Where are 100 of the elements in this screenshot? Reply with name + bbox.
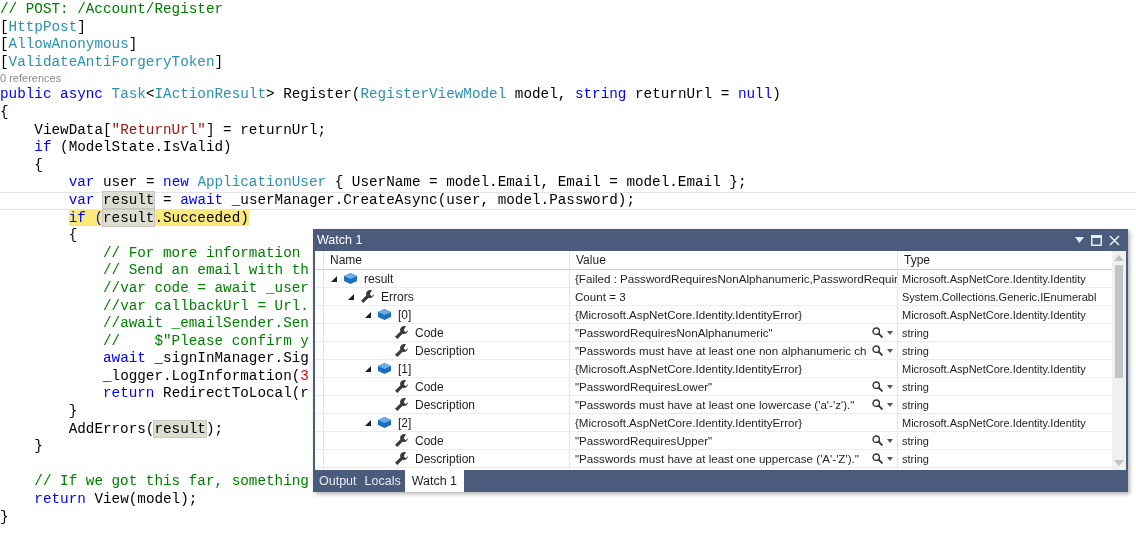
- caret-icon[interactable]: [887, 438, 893, 443]
- variable-name: Description: [415, 451, 476, 466]
- code-line: return RedirectToLocal(r: [101, 385, 309, 402]
- caret-icon[interactable]: [887, 456, 893, 461]
- code-line: if (ModelState.IsValid): [33, 139, 232, 156]
- collapse-icon[interactable]: [347, 292, 355, 301]
- variable-type: string: [902, 344, 929, 357]
- dropdown-icon[interactable]: [1075, 237, 1084, 243]
- collapse-icon[interactable]: [364, 310, 372, 319]
- variable-value: {Failed : PasswordRequiresNonAlphanumeric,PasswordRequir: [575, 272, 897, 285]
- variable-name: Code: [415, 433, 444, 448]
- variable-name: Code: [415, 379, 444, 394]
- caret-icon[interactable]: [887, 384, 893, 389]
- variable-name: Code: [415, 325, 444, 340]
- variable-name: result: [364, 271, 394, 286]
- variable-value: "PasswordRequiresNonAlphanumeric": [575, 326, 773, 339]
- code-lens[interactable]: 0 references: [0, 72, 62, 85]
- maximize-icon[interactable]: [1091, 234, 1102, 246]
- panel-tab[interactable]: Output: [315, 470, 361, 492]
- variable-type: Microsoft.AspNetCore.Identity.Identity: [902, 308, 1086, 321]
- variable-type: Microsoft.AspNetCore.Identity.Identity: [902, 416, 1086, 429]
- variable-value: "Passwords must have at least one uppercase ('A'-'Z').": [575, 452, 859, 465]
- search-icon[interactable]: [872, 345, 883, 356]
- variable-value: "PasswordRequiresLower": [575, 380, 713, 393]
- code-line: //await _emailSender.Sen: [101, 315, 309, 332]
- variable-type: string: [902, 398, 929, 411]
- variable-type: string: [902, 326, 929, 339]
- caret-icon[interactable]: [887, 348, 893, 353]
- column-header[interactable]: Type: [898, 251, 1112, 269]
- code-line: [HttpPost]: [0, 18, 86, 35]
- variable-type: Microsoft.AspNetCore.Identity.Identity: [902, 272, 1086, 285]
- search-icon[interactable]: [872, 399, 883, 410]
- code-line: // If we got this far, something: [33, 473, 309, 490]
- caret-icon[interactable]: [887, 402, 893, 407]
- column-header[interactable]: Name: [324, 251, 569, 269]
- search-icon[interactable]: [872, 435, 883, 446]
- variable-type: System.Collections.Generic.IEnumerabl: [902, 290, 1097, 303]
- search-icon[interactable]: [872, 327, 883, 338]
- code-line: {: [67, 227, 78, 244]
- wrench-icon: [395, 344, 408, 357]
- variable-value: "Passwords must have at least one non alphanumeric ch: [575, 344, 867, 357]
- collapse-icon[interactable]: [330, 274, 338, 283]
- code-line: // For more information: [101, 244, 301, 261]
- panel-tab[interactable]: Watch 1: [404, 470, 465, 492]
- code-line: return View(model);: [33, 491, 198, 508]
- collapse-icon[interactable]: [364, 418, 372, 427]
- code-line: var result = await _userManager.CreateAsync(user, model.Password);: [67, 191, 635, 208]
- variable-value: {Microsoft.AspNetCore.Identity.IdentityError}: [575, 416, 803, 429]
- code-line: ViewData["ReturnUrl"] = returnUrl;: [33, 121, 327, 138]
- variable-type: string: [902, 434, 929, 447]
- search-icon[interactable]: [872, 381, 883, 392]
- wrench-icon: [361, 290, 374, 303]
- panel-tab[interactable]: Locals: [360, 470, 405, 492]
- code-line: AddErrors(result);: [67, 420, 224, 437]
- close-icon[interactable]: [1109, 234, 1120, 246]
- variable-value: Count = 3: [575, 290, 626, 303]
- code-line: {: [33, 156, 43, 173]
- code-line: var user = new ApplicationUser { UserName = model.Email, Email = model.Email };: [67, 174, 747, 191]
- wrench-icon: [395, 398, 408, 411]
- code-line: _logger.LogInformation(3: [101, 367, 309, 384]
- wrench-icon: [395, 326, 408, 339]
- window-title: Watch 1: [317, 233, 363, 247]
- variable-type: Microsoft.AspNetCore.Identity.Identity: [902, 362, 1086, 375]
- variable-type: string: [902, 452, 929, 465]
- code-line: public async Task<IActionResult> Register(RegisterViewModel model, string returnUrl = null): [0, 86, 781, 103]
- variable-name: Errors: [381, 289, 414, 304]
- code-line: // $"Please confirm y: [101, 332, 309, 349]
- code-line: //var code = await _user: [101, 279, 309, 296]
- code-line: }: [67, 403, 78, 420]
- collapse-icon[interactable]: [364, 364, 372, 373]
- wrench-icon: [395, 434, 408, 447]
- variable-value: "Passwords must have at least one lowercase ('a'-'z').": [575, 398, 855, 411]
- cube-icon: [378, 417, 391, 428]
- variable-name: [0]: [398, 307, 412, 322]
- variable-value: "PasswordRequiresUpper": [575, 434, 713, 447]
- code-line: }: [33, 438, 43, 455]
- variable-value: {Microsoft.AspNetCore.Identity.IdentityError}: [575, 362, 803, 375]
- column-header[interactable]: Value: [569, 251, 898, 269]
- wrench-icon: [395, 380, 408, 393]
- search-icon[interactable]: [872, 453, 883, 464]
- cube-icon: [344, 273, 357, 284]
- code-line: //var callbackUrl = Url.: [101, 297, 309, 314]
- code-line: await _signInManager.Sig: [101, 350, 309, 367]
- code-line: [ValidateAntiForgeryToken]: [0, 53, 224, 70]
- code-line: // Send an email with th: [101, 262, 309, 279]
- cube-icon: [378, 363, 391, 374]
- cube-icon: [378, 309, 391, 320]
- wrench-icon: [395, 452, 408, 465]
- code-line: }: [0, 508, 9, 525]
- variable-value: {Microsoft.AspNetCore.Identity.IdentityError}: [575, 308, 803, 321]
- caret-icon[interactable]: [887, 330, 893, 335]
- code-line: [AllowAnonymous]: [0, 36, 138, 53]
- variable-type: string: [902, 380, 929, 393]
- code-line: if (result.Succeeded): [67, 209, 249, 226]
- variable-name: Description: [415, 397, 476, 412]
- variable-name: [1]: [398, 361, 412, 376]
- code-line: {: [0, 103, 9, 120]
- variable-name: Description: [415, 343, 476, 358]
- code-line: // POST: /Account/Register: [0, 1, 224, 17]
- variable-name: [2]: [398, 415, 412, 430]
